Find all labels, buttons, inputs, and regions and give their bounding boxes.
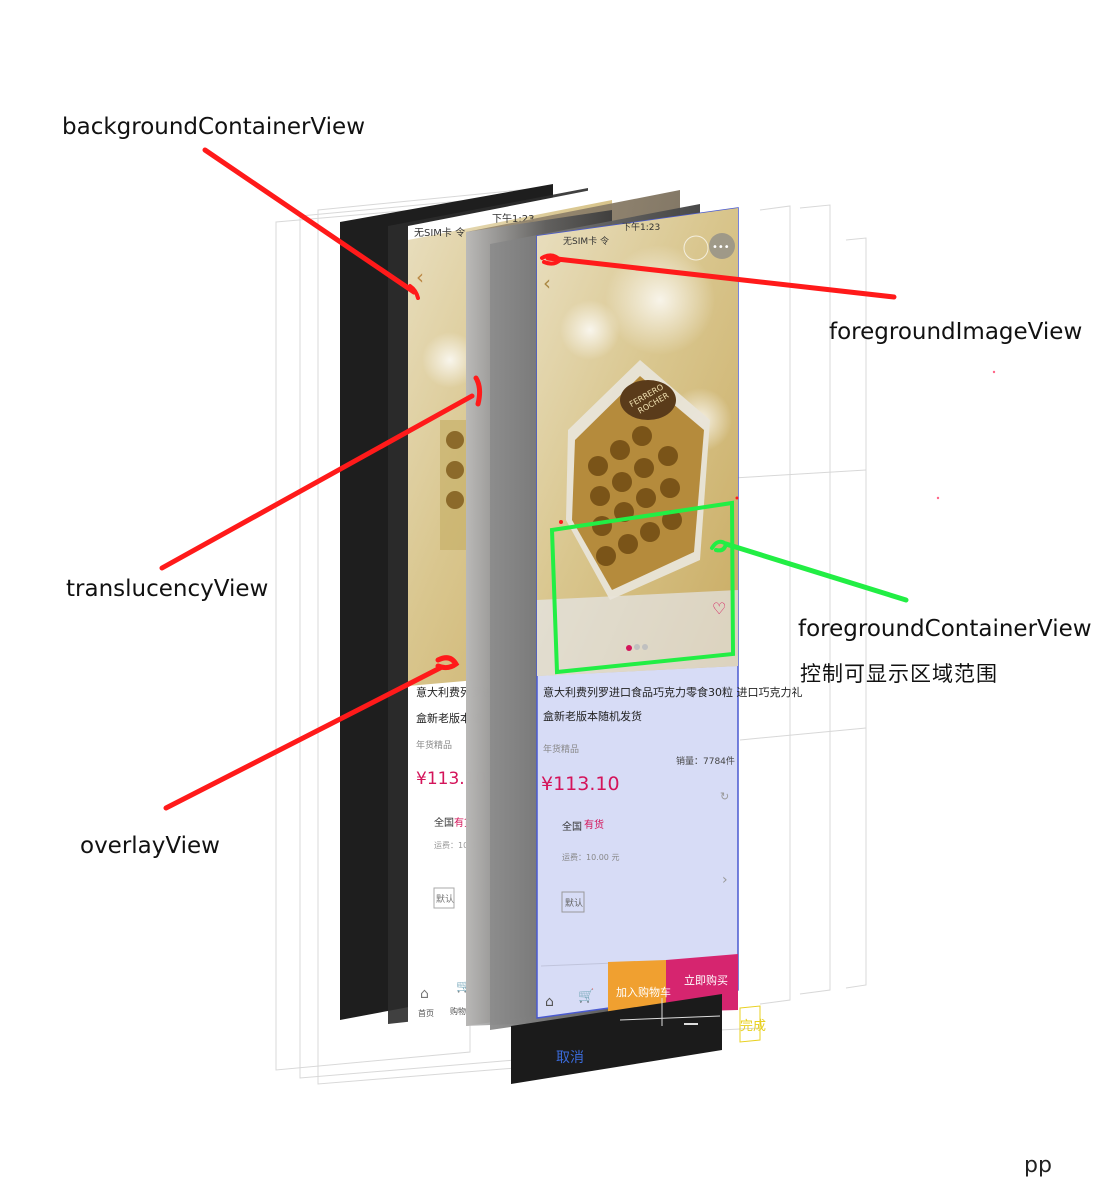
fg-chevron-right-icon: › — [722, 872, 728, 888]
done-button[interactable]: 完成 — [740, 1019, 766, 1034]
arrow-foreground-container — [723, 541, 909, 603]
back-region: 全国 — [434, 816, 454, 829]
back-status-bar: 无SIM卡 令 — [414, 226, 465, 239]
label-foreground-container-note: 控制可显示区域范围 — [800, 662, 998, 686]
back-home-icon: ⌂ — [420, 986, 429, 1002]
fg-cart-icon: 🛒 — [578, 988, 594, 1004]
label-foreground-container-view: foregroundContainerView — [798, 616, 1092, 642]
label-foreground-image-view: foregroundImageView — [829, 319, 1083, 345]
cancel-button[interactable]: 取消 — [556, 1050, 584, 1066]
back-chevron-icon: ‹ — [416, 265, 424, 289]
label-background-container-view: backgroundContainerView — [62, 114, 366, 140]
fg-title-2: 盒新老版本随机发货 — [543, 709, 642, 723]
fg-status-bar: 无SIM卡 令 — [563, 235, 609, 247]
fg-stock: 有货 — [584, 818, 604, 831]
svg-text:•••: ••• — [712, 242, 730, 253]
back-home-label: 首页 — [418, 1008, 434, 1018]
fg-subtitle: 年货精品 — [543, 743, 579, 755]
fg-shipping: 运费：10.00 元 — [562, 852, 619, 862]
fg-region: 全国 — [562, 820, 582, 833]
footer-text: pp — [1024, 1153, 1052, 1178]
add-to-cart-label: 加入购物车 — [616, 985, 671, 999]
label-overlay-view: overlayView — [80, 833, 220, 859]
fg-refresh-icon: ↻ — [720, 790, 729, 803]
fg-back-chevron-icon: ‹ — [543, 271, 551, 295]
fg-price: ¥113.10 — [541, 773, 620, 795]
fg-option-default: 默认 — [565, 897, 583, 909]
label-translucency-view: translucencyView — [66, 576, 269, 602]
fg-home-icon: ⌂ — [545, 994, 554, 1010]
fg-heart-icon: ♡ — [712, 599, 726, 618]
foreground-screen: FERRERO ROCHER 无SIM卡 令 下午1:23 ‹ ••• ♡ 意大… — [536, 207, 803, 1019]
back-subtitle: 年货精品 — [416, 739, 452, 751]
fg-title-1: 意大利费列罗进口食品巧克力零食30粒 进口巧克力礼 — [543, 685, 803, 699]
fg-status-time: 下午1:23 — [622, 221, 660, 233]
back-option-default: 默认 — [436, 893, 454, 905]
fg-sales-count: 销量：7784件 — [676, 755, 735, 767]
buy-now-label: 立即购买 — [684, 973, 728, 987]
